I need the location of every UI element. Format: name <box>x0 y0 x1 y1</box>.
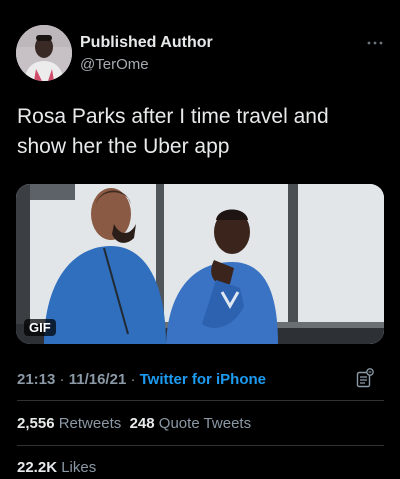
analytics-icon[interactable] <box>356 368 374 388</box>
likes-count: 22.2K <box>17 459 58 476</box>
quotes-stat[interactable]: 248 Quote Tweets <box>130 415 251 432</box>
likes-stat[interactable]: 22.2K Likes <box>17 458 96 478</box>
tweet-text: Rosa Parks after I time travel and show … <box>17 105 329 158</box>
divider <box>17 445 384 446</box>
tweet-media-gif[interactable]: GIF <box>16 184 384 344</box>
tweet-header: Published Author @TerOme <box>16 25 384 81</box>
meta-separator: · <box>55 371 69 388</box>
likes-label: Likes <box>61 459 97 476</box>
tweet-source[interactable]: Twitter for iPhone <box>140 371 266 388</box>
retweets-stat[interactable]: 2,556 Retweets <box>17 415 121 432</box>
more-icon[interactable] <box>366 37 384 45</box>
gif-badge: GIF <box>24 319 56 336</box>
author-handle[interactable]: @TerOme <box>80 56 213 74</box>
quotes-label: Quote Tweets <box>158 415 252 432</box>
retweets-count: 2,556 <box>17 415 55 432</box>
author-name[interactable]: Published Author <box>80 34 213 52</box>
meta-separator: · <box>126 371 140 388</box>
quotes-count: 248 <box>129 415 155 432</box>
retweet-stats: 2,556 Retweets 248 Quote Tweets <box>17 414 251 434</box>
tweet-meta: 21:13 · 11/16/21 · Twitter for iPhone <box>17 370 266 390</box>
tweet-time[interactable]: 21:13 <box>17 371 55 388</box>
tweet-date[interactable]: 11/16/21 <box>69 371 127 388</box>
author-block[interactable]: Published Author @TerOme <box>80 34 213 74</box>
avatar[interactable] <box>16 25 72 81</box>
retweets-label: Retweets <box>58 415 122 432</box>
divider <box>17 400 384 401</box>
